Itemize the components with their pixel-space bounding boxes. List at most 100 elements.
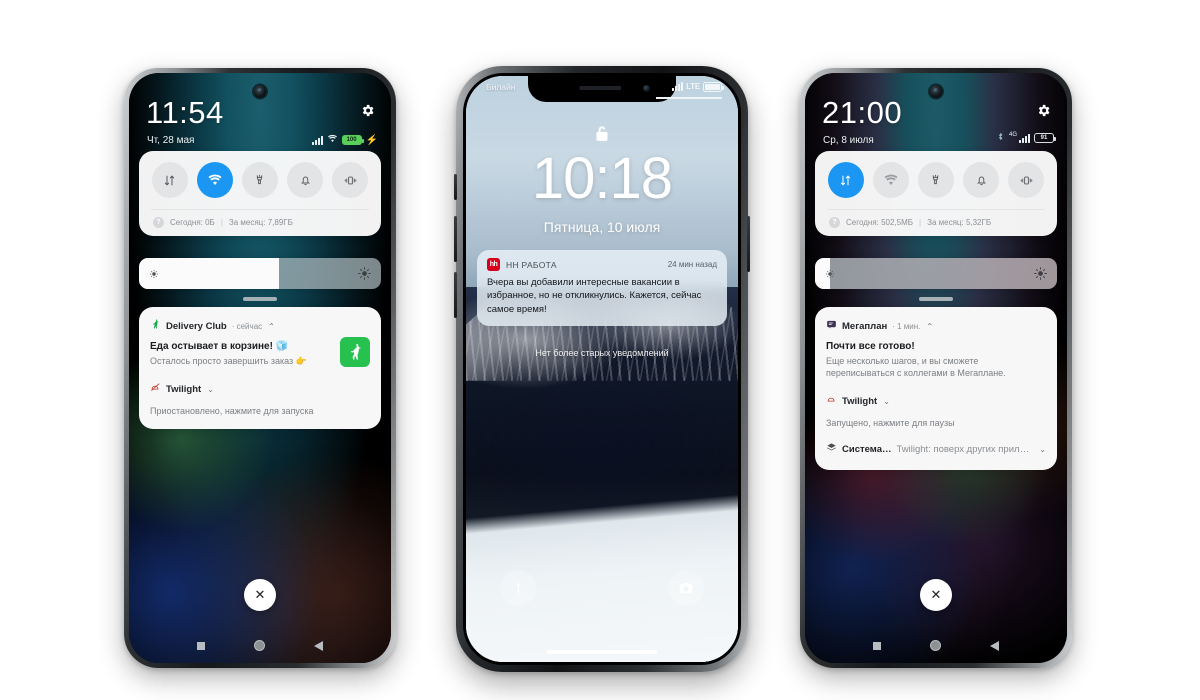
chevron-down-icon[interactable]: ⌄ bbox=[1039, 445, 1046, 454]
mute-switch[interactable] bbox=[454, 174, 457, 200]
front-camera-icon bbox=[253, 85, 267, 98]
delivery-club-icon bbox=[150, 317, 161, 335]
bluetooth-icon bbox=[996, 131, 1005, 145]
megaplan-icon bbox=[826, 317, 837, 335]
signal-icon bbox=[672, 82, 684, 92]
notification-header: Delivery Club · сейчас ⌃ bbox=[150, 317, 370, 335]
recents-button[interactable] bbox=[197, 641, 206, 650]
notification-item-megaplan[interactable]: Мегаплан · 1 мин. ⌃ Почти все готово! Ещ… bbox=[826, 317, 1046, 379]
wifi-icon bbox=[327, 131, 338, 149]
notification-time: · сейчас bbox=[231, 321, 263, 331]
brightness-track bbox=[815, 258, 1057, 289]
help-icon: ? bbox=[153, 217, 164, 228]
chevron-down-icon[interactable]: ⌄ bbox=[883, 397, 890, 406]
notification-spacer bbox=[826, 379, 1046, 392]
notification-title: Почти все готово! bbox=[826, 341, 915, 352]
notification-item-twilight[interactable]: Twilight ⌄ Приостановлено, нажмите для з… bbox=[150, 380, 370, 417]
system-layers-icon bbox=[826, 440, 837, 458]
android-phone-left: 11:54 Чт, 28 мая 100 ⚡ ? Сегодня: 0Б | З… bbox=[124, 68, 396, 668]
recents-button[interactable] bbox=[873, 641, 882, 650]
notification-header: hh HH РАБОТА 24 мин назад bbox=[487, 258, 717, 271]
notification-item-twilight[interactable]: Twilight ⌄ Запущено, нажмите для паузы bbox=[826, 392, 1046, 429]
notification-app-name: Twilight bbox=[842, 395, 878, 407]
notification-item-delivery-club[interactable]: Delivery Club · сейчас ⌃ Еда остывает в … bbox=[150, 317, 370, 367]
phone2-status-icons: LTE bbox=[672, 82, 724, 92]
notification-content-row: Еда остывает в корзине! 🧊 Осталось прост… bbox=[150, 335, 370, 367]
phone2-lock-clock: 10:18 bbox=[531, 146, 673, 211]
iphone-center: Билайн LTE 10:18 Пятница, 10 июля hh HH … bbox=[454, 66, 750, 672]
phone3-quick-settings: ? Сегодня: 502,5МБ | За месяц: 5,32ГБ bbox=[815, 151, 1057, 236]
settings-gear-icon[interactable] bbox=[360, 103, 375, 118]
notification-thumbnail bbox=[340, 337, 370, 367]
power-button[interactable] bbox=[747, 216, 750, 272]
tile-sound[interactable] bbox=[287, 162, 324, 198]
data-today-label: Сегодня: 502,5МБ bbox=[846, 218, 914, 227]
notification-header: Twilight ⌄ bbox=[150, 380, 370, 398]
back-button[interactable] bbox=[313, 640, 323, 651]
tile-wifi[interactable] bbox=[196, 162, 233, 198]
notification-app-block: hh HH РАБОТА bbox=[487, 258, 557, 271]
phone3-notification-card: Мегаплан · 1 мин. ⌃ Почти все готово! Ещ… bbox=[815, 307, 1057, 471]
system-text: Twilight: поверх других прило… bbox=[896, 443, 1034, 455]
twilight-off-icon bbox=[150, 380, 161, 398]
camera-shortcut-button[interactable] bbox=[668, 570, 704, 606]
front-camera-icon bbox=[643, 85, 650, 92]
network-type-label: LTE bbox=[686, 82, 700, 92]
phone1-status-icons: 100 ⚡ bbox=[311, 131, 378, 149]
signal-icon bbox=[311, 135, 323, 145]
volume-up-button[interactable] bbox=[454, 216, 457, 262]
phone1-quick-settings: ? Сегодня: 0Б | За месяц: 7,89ГБ bbox=[139, 151, 381, 236]
settings-gear-icon[interactable] bbox=[1036, 103, 1051, 118]
volume-down-button[interactable] bbox=[454, 272, 457, 318]
brightness-low-icon bbox=[824, 268, 836, 280]
network-generation-label: 4G bbox=[1008, 132, 1017, 138]
tile-sound[interactable] bbox=[963, 162, 1000, 198]
phone1-brightness-slider[interactable] bbox=[139, 258, 381, 289]
close-icon: ✕ bbox=[930, 587, 942, 602]
chevron-up-icon[interactable]: ⌃ bbox=[268, 322, 275, 331]
phone2-notification[interactable]: hh HH РАБОТА 24 мин назад Вчера вы добав… bbox=[477, 250, 727, 326]
notification-body: Еще несколько шагов, и вы сможете перепи… bbox=[826, 356, 1006, 379]
tile-wifi[interactable] bbox=[872, 162, 909, 198]
notification-text-block: Еда остывает в корзине! 🧊 Осталось прост… bbox=[150, 335, 307, 367]
phone3-data-usage[interactable]: ? Сегодня: 502,5МБ | За месяц: 5,32ГБ bbox=[823, 210, 1049, 236]
tile-flashlight[interactable] bbox=[917, 162, 954, 198]
close-notifications-button[interactable]: ✕ bbox=[244, 579, 276, 611]
flashlight-shortcut-button[interactable] bbox=[500, 570, 536, 606]
data-separator: | bbox=[919, 218, 922, 227]
shade-drag-handle[interactable] bbox=[243, 297, 277, 301]
notification-header: Мегаплан · 1 мин. ⌃ bbox=[826, 317, 1046, 335]
phone2-screen: Билайн LTE 10:18 Пятница, 10 июля hh HH … bbox=[466, 76, 738, 662]
hh-app-icon: hh bbox=[487, 258, 500, 271]
close-notifications-button[interactable]: ✕ bbox=[920, 579, 952, 611]
data-today-label: Сегодня: 0Б bbox=[170, 218, 215, 227]
carrier-label: Билайн bbox=[486, 82, 516, 92]
front-camera-icon bbox=[929, 85, 943, 98]
phone1-screen: 11:54 Чт, 28 мая 100 ⚡ ? Сегодня: 0Б | З… bbox=[129, 73, 391, 663]
status-underline bbox=[656, 97, 722, 99]
twilight-icon bbox=[826, 392, 837, 410]
chevron-down-icon[interactable]: ⌄ bbox=[207, 385, 214, 394]
tile-flashlight[interactable] bbox=[241, 162, 278, 198]
back-button[interactable] bbox=[989, 640, 999, 651]
notification-title: Еда остывает в корзине! 🧊 bbox=[150, 341, 289, 352]
tile-mobile-data[interactable] bbox=[827, 162, 864, 198]
home-button[interactable] bbox=[929, 640, 941, 651]
shade-drag-handle[interactable] bbox=[919, 297, 953, 301]
home-indicator[interactable] bbox=[547, 650, 657, 654]
close-icon: ✕ bbox=[254, 587, 266, 602]
phone3-brightness-slider[interactable] bbox=[815, 258, 1057, 289]
notification-item-system[interactable]: Система… Twilight: поверх других прило… … bbox=[826, 440, 1046, 458]
brightness-high-icon bbox=[1033, 266, 1048, 281]
brightness-high-icon bbox=[357, 266, 372, 281]
chevron-up-icon[interactable]: ⌃ bbox=[926, 322, 933, 331]
notification-time: · 1 мин. bbox=[892, 321, 921, 331]
tile-vibrate[interactable] bbox=[332, 162, 369, 198]
home-button[interactable] bbox=[253, 640, 265, 651]
android-phone-right: 21:00 Ср, 8 июля 4G 91 ? Сегодня: 502,5М… bbox=[800, 68, 1072, 668]
tile-mobile-data[interactable] bbox=[151, 162, 188, 198]
notification-app-name: Мегаплан bbox=[842, 320, 888, 332]
tile-vibrate[interactable] bbox=[1008, 162, 1045, 198]
notch bbox=[528, 76, 676, 102]
phone1-data-usage[interactable]: ? Сегодня: 0Б | За месяц: 7,89ГБ bbox=[147, 210, 373, 236]
